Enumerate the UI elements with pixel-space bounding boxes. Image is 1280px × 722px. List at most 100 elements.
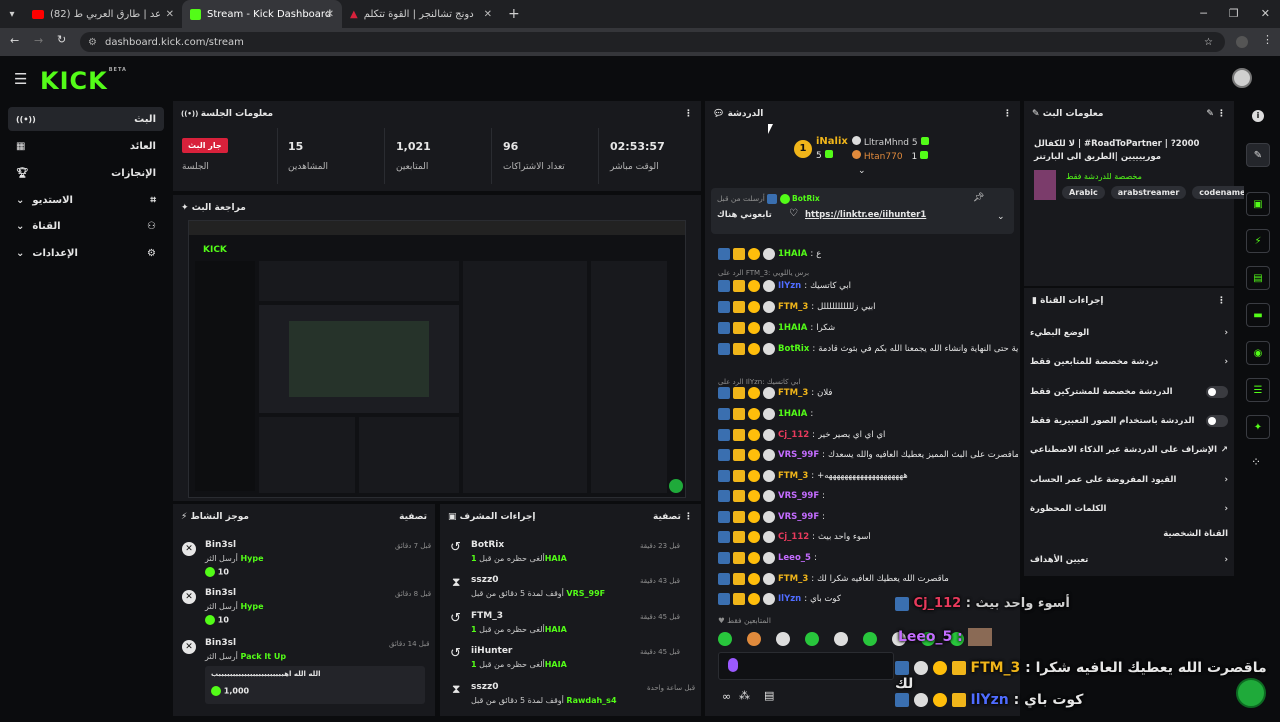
chat-username[interactable]: 1HAIA — [778, 249, 807, 259]
set-goals-row[interactable]: تعيين الأهداف › — [1030, 549, 1228, 571]
window-close-icon[interactable]: ✕ — [1261, 7, 1270, 20]
chat-settings-icon[interactable]: ∞ — [722, 690, 731, 703]
top-gifter-name[interactable]: LltraMhnd — [864, 138, 909, 148]
back-icon[interactable]: ← — [10, 34, 19, 47]
edit-tool-button[interactable]: ✎ — [1246, 143, 1270, 167]
chat-username[interactable]: VRS_99F — [778, 512, 819, 522]
menu-icon[interactable]: ⋮ — [1262, 33, 1273, 46]
emote-icon[interactable] — [718, 632, 732, 646]
emotes-only-toggle[interactable] — [1206, 415, 1228, 427]
emote-icon[interactable] — [863, 632, 877, 646]
wrench-tool-button[interactable]: ✦ — [1246, 415, 1270, 439]
sidebar-item-channel[interactable]: ⌄ القناة ⚇ — [8, 214, 164, 238]
banned-words-row[interactable]: الكلمات المحظورة › — [1030, 498, 1228, 520]
slow-mode-row[interactable]: الوضع البطيء › — [1030, 322, 1228, 344]
sidebar-item-revenue[interactable]: ▦ العائد — [8, 134, 164, 158]
minimize-icon[interactable]: ─ — [1200, 7, 1207, 20]
chat-username[interactable]: Leeo_5 — [778, 553, 811, 563]
chat-username[interactable]: FTM_3 — [778, 388, 808, 398]
maximize-icon[interactable]: ❐ — [1229, 7, 1239, 20]
pencil-icon[interactable]: ✎ — [1206, 109, 1214, 119]
emote-icon[interactable] — [747, 632, 761, 646]
mod-action-item: ⧗ sszz0 قبل ساعة واحدة أوقف لمدة 5 دقائق… — [452, 682, 696, 705]
address-bar[interactable]: ⚙ dashboard.kick.com/stream ☆ — [80, 32, 1225, 52]
chat-username[interactable]: FTM_3 — [778, 574, 808, 584]
sidebar-item-stream[interactable]: ((•)) البث — [8, 107, 164, 131]
alert-icon: ▲ — [350, 8, 358, 20]
browser-tab-youtube[interactable]: (82) هزيم الرعد | طارق العربي ط ✕ — [24, 0, 182, 28]
pinned-link[interactable]: https://linktr.ee/iihunter1 — [805, 210, 926, 220]
bookmark-icon[interactable]: ☆ — [1204, 37, 1213, 48]
layout-tool-button[interactable]: ☰ — [1246, 378, 1270, 402]
chat-users-icon[interactable]: ⁂ — [739, 689, 750, 702]
tag[interactable]: arabstreamer — [1110, 186, 1187, 199]
chat-username[interactable]: IlYzn — [778, 594, 801, 604]
top-gifter-name[interactable]: Htan770 — [864, 152, 903, 162]
kick-logo[interactable]: KICKBETA — [40, 67, 127, 95]
chat-message: 1HAIA: ع — [718, 246, 1018, 262]
profile-icon[interactable] — [1236, 36, 1248, 48]
forward-icon[interactable]: → — [34, 34, 43, 47]
pin-icon[interactable]: 📌︎ — [973, 193, 984, 203]
info-icon[interactable]: i — [1252, 110, 1264, 122]
filter-button[interactable]: تصفية — [399, 512, 427, 522]
chat-username[interactable]: IlYzn — [778, 281, 801, 291]
bolt-tool-button[interactable]: ⚡︎ — [1246, 229, 1270, 253]
new-tab-button[interactable]: + — [500, 0, 528, 28]
account-age-row[interactable]: القيود المفروضة على عمر الحساب › — [1030, 469, 1228, 491]
browser-tab-third[interactable]: ▲ دونج تشالنجر | القوة تتكلم ✕ — [342, 0, 500, 28]
category-label[interactable]: مخصصة للدردشة فقط — [1066, 172, 1142, 181]
scan-tool-button[interactable]: ▣ — [1246, 192, 1270, 216]
tab-list-button[interactable]: ▾ — [0, 0, 24, 28]
panel-menu-icon[interactable]: ⋮ — [684, 109, 693, 119]
chat-badge-icon — [733, 408, 745, 420]
chat-username[interactable]: BotRix — [778, 344, 809, 354]
panel-menu-icon[interactable]: ⋮ — [684, 512, 693, 522]
sidebar-item-achievements[interactable]: 🏆︎ الإنجازات — [8, 161, 164, 185]
emote-icon[interactable] — [834, 632, 848, 646]
site-info-icon[interactable]: ⚙ — [88, 37, 97, 48]
chat-username[interactable]: FTM_3 — [778, 471, 808, 481]
chevron-down-icon[interactable]: ⌄ — [858, 166, 866, 176]
panel-menu-icon[interactable]: ⋮ — [1217, 296, 1226, 306]
note-tool-button[interactable]: ▤ — [1246, 266, 1270, 290]
chat-badge-icon — [733, 531, 745, 543]
chat-badge-icon — [763, 593, 775, 605]
chevron-down-icon[interactable]: ⌄ — [997, 212, 1005, 222]
emote-icon[interactable] — [805, 632, 819, 646]
panel-menu-icon[interactable]: ⋮ — [1217, 109, 1226, 119]
reload-icon[interactable]: ↻ — [57, 33, 66, 46]
broadcast-tool-button[interactable]: ◉ — [1246, 341, 1270, 365]
tag[interactable]: Arabic — [1062, 186, 1105, 199]
subscribers-only-toggle[interactable] — [1206, 386, 1228, 398]
panel-menu-icon[interactable]: ⋮ — [1003, 109, 1012, 119]
sidebar-item-settings[interactable]: ⌄ الإعدادات ⚙ — [8, 241, 164, 265]
chat-username[interactable]: Cj_112 — [778, 430, 809, 440]
chat-username[interactable]: Cj_112 — [778, 532, 809, 542]
browser-tab-kick[interactable]: Stream - Kick Dashboard ✕ — [182, 0, 342, 28]
chat-username[interactable]: VRS_99F — [778, 491, 819, 501]
chat-tool-button[interactable]: ▬ — [1246, 303, 1270, 327]
user-avatar[interactable] — [1232, 68, 1252, 88]
stream-preview-video[interactable]: KICK — [188, 220, 686, 498]
sidebar-item-studio[interactable]: ⌄ الاستديو ⌗ — [8, 188, 164, 212]
chat-username[interactable]: 1HAIA — [778, 323, 807, 333]
chat-store-icon[interactable]: ▤ — [764, 689, 774, 702]
top-gifter-name[interactable]: iNalix — [816, 136, 848, 147]
close-icon[interactable]: ✕ — [484, 9, 492, 20]
emote-icon[interactable] — [776, 632, 790, 646]
ai-moderation-row[interactable]: الإشراف على الدردشة عبر الذكاء الاصطناعي… — [1030, 439, 1228, 461]
close-icon[interactable]: ✕ — [166, 9, 174, 20]
add-widget-icon[interactable]: ⁘ — [1251, 455, 1261, 469]
emote-picker-icon[interactable] — [728, 658, 738, 672]
followers-only-row[interactable]: دردشة مخصصة للمتابعين فقط › — [1030, 351, 1228, 373]
filter-button[interactable]: تصفية — [653, 512, 681, 522]
chat-username[interactable]: FTM_3 — [778, 302, 808, 312]
hamburger-icon[interactable]: ☰ — [14, 70, 27, 88]
chat-input[interactable] — [718, 652, 894, 680]
chat-badge-icon — [718, 470, 730, 482]
chat-username[interactable]: 1HAIA — [778, 409, 807, 419]
chevron-right-icon: › — [1224, 504, 1228, 514]
chat-username[interactable]: VRS_99F — [778, 450, 819, 460]
close-icon[interactable]: ✕ — [326, 9, 334, 20]
